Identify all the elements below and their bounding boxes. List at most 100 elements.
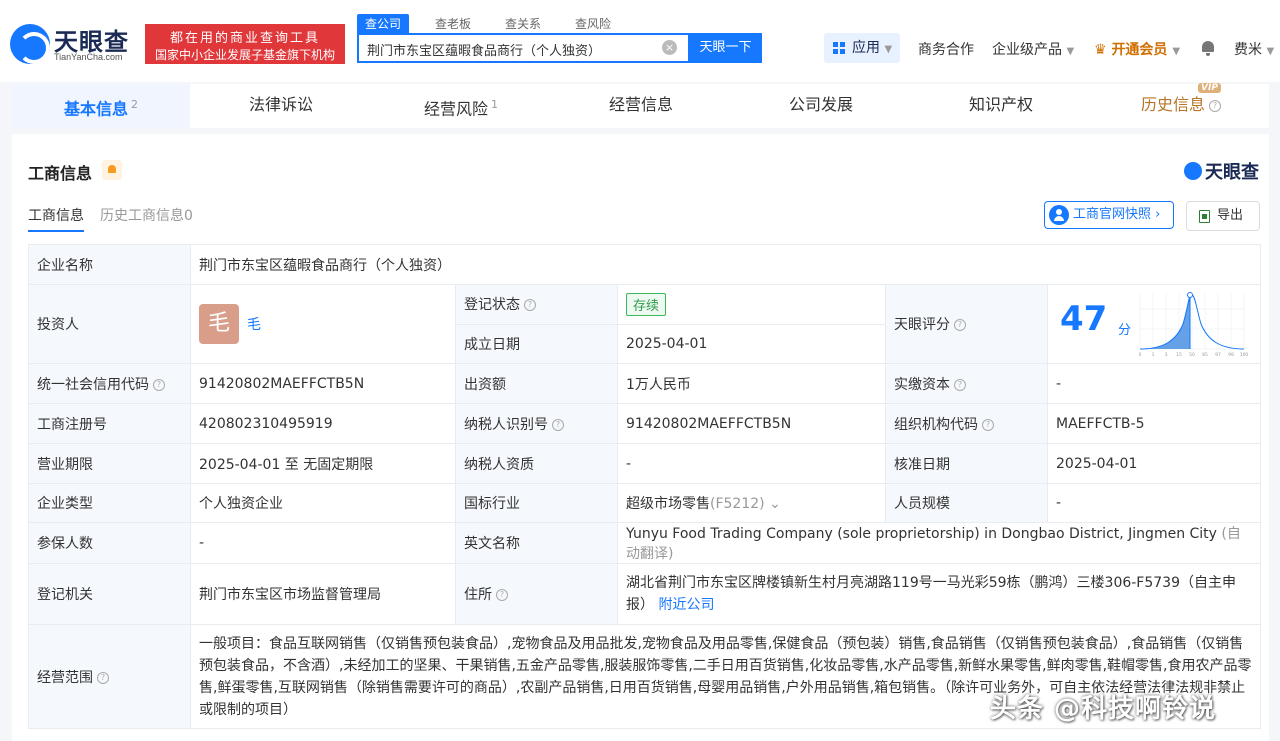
search-tab-risk[interactable]: 查风险	[567, 14, 619, 33]
logo-subtext: TianYanCha.com	[54, 52, 123, 62]
toutiao-watermark: 头条 @科技啊铃说	[990, 694, 1217, 724]
business-info-panel: 工商信息 天眼查 工商信息 历史工商信息0 工商官网快照 › 导出 企业名称 荆门…	[12, 134, 1269, 741]
tianyancha-logo[interactable]: 天眼查 TianYanCha.com	[10, 22, 140, 66]
tab-label: 历史信息	[1140, 95, 1205, 114]
company-name-value: 荆门市东宝区蕴暇食品商行（个人独资）	[189, 244, 1262, 285]
reg-no-value: 420802310495919	[190, 403, 456, 444]
found-date-value: 2025-04-01	[617, 323, 886, 364]
tab-development[interactable]: 公司发展	[732, 84, 910, 128]
export-button[interactable]: 导出	[1186, 201, 1260, 231]
excel-icon	[1199, 210, 1210, 223]
industry-code: (F5212)	[710, 496, 765, 512]
nav-cooperation[interactable]: 商务合作	[918, 39, 974, 59]
capital-value: 1万人民币	[617, 363, 886, 404]
investor-link[interactable]: 毛	[247, 317, 261, 333]
reg-no-label: 工商注册号	[28, 403, 191, 444]
nearby-companies-link[interactable]: 附近公司	[658, 597, 714, 613]
score-area	[1140, 295, 1190, 349]
score-unit: 分	[1118, 323, 1132, 338]
brand-text: 天眼查	[1205, 162, 1259, 183]
official-snapshot-button[interactable]: 工商官网快照 ›	[1044, 201, 1174, 229]
help-icon[interactable]: ?	[524, 299, 536, 312]
tab-label: 知识产权	[968, 95, 1033, 114]
tax-qual-value: -	[617, 443, 886, 484]
tab-ip[interactable]: 知识产权	[912, 84, 1090, 128]
company-tabbar: 基本信息 2 法律诉讼 经营风险 1 经营信息 公司发展 知识产权 历史信息?	[12, 84, 1269, 128]
search-input[interactable]: 荆门市东宝区蕴暇食品商行（个人独资）	[357, 33, 690, 63]
score-axis-tick: 0	[1139, 352, 1142, 358]
help-icon[interactable]: ?	[982, 418, 994, 431]
industry-label: 国标行业	[455, 483, 618, 523]
chevron-down-icon: ▼	[1066, 46, 1075, 57]
authority-label: 登记机关	[28, 563, 191, 625]
user-name: 费米	[1234, 42, 1262, 58]
tab-history[interactable]: 历史信息?	[1092, 84, 1270, 128]
insured-value: -	[190, 522, 456, 564]
help-icon[interactable]: ?	[97, 671, 109, 684]
credit-code-value: 91420802MAEFFCTB5N	[190, 363, 456, 404]
english-name-value: Yunyu Food Trading Company (sole proprie…	[626, 526, 1217, 542]
nav-apps-button[interactable]: 应用 ▼	[824, 33, 900, 63]
score-marker	[1187, 292, 1193, 298]
subtab-history-business-info[interactable]: 历史工商信息0	[100, 208, 193, 224]
nav-user[interactable]: 费米 ▼	[1234, 39, 1274, 59]
taxpayer-value: 91420802MAEFFCTB5N	[617, 403, 886, 444]
subtab-business-info[interactable]: 工商信息	[28, 208, 84, 232]
nav-vip[interactable]: ♛ 开通会员 ▼	[1094, 39, 1180, 59]
org-code-label-text: 组织机构代码	[894, 416, 978, 433]
credit-code-label: 统一社会信用代码?	[28, 363, 191, 404]
address-cell: 湖北省荆门市东宝区牌楼镇新生村月亮湖路119号一马光彩59栋（鹏鸿）三楼306-…	[616, 563, 1262, 625]
paid-capital-value: -	[1046, 363, 1262, 404]
slogan-banner: 都在用的商业查询工具 国家中小企业发展子基金旗下机构	[145, 24, 345, 64]
logo-eye-icon	[10, 24, 50, 64]
snapshot-label: 工商官网快照	[1073, 207, 1152, 222]
crown-icon: ♛	[1094, 42, 1107, 58]
capital-label: 出资额	[455, 363, 618, 404]
address-label-text: 住所	[464, 587, 492, 603]
investor-cell: 毛毛	[190, 284, 456, 364]
score-distribution-chart: 0 1 3 15 50 85 97 99 100	[1139, 292, 1248, 358]
tab-label: 基本信息	[63, 99, 128, 119]
tab-label: 公司发展	[788, 95, 853, 114]
industry-value: 超级市场零售	[626, 496, 710, 512]
org-code-label: 组织机构代码?	[885, 403, 1048, 444]
term-label: 营业期限	[28, 443, 191, 484]
search-tab-company[interactable]: 查公司	[357, 14, 410, 33]
business-info-table: 企业名称 荆门市东宝区蕴暇食品商行（个人独资） 投资人 毛毛 登记状态? 存续 …	[28, 244, 1262, 729]
score-cell[interactable]: 47 分 0 1 3 15 50 85 97 99 100	[1046, 284, 1262, 364]
bell-icon[interactable]	[1201, 40, 1215, 56]
score-axis-tick: 97	[1215, 352, 1221, 358]
search-button[interactable]: 天眼一下	[689, 33, 762, 63]
found-date-label: 成立日期	[455, 323, 618, 364]
taxpayer-label: 纳税人识别号?	[455, 403, 618, 444]
help-icon[interactable]: ?	[954, 378, 966, 391]
staff-value: -	[1046, 483, 1262, 523]
help-icon[interactable]: ?	[496, 589, 508, 601]
tab-legal[interactable]: 法律诉讼	[192, 84, 370, 128]
search-tab-relation[interactable]: 查关系	[497, 14, 549, 33]
help-icon[interactable]: ?	[552, 418, 564, 431]
paid-capital-label: 实缴资本?	[885, 363, 1048, 404]
status-badge: 存续	[626, 292, 667, 316]
help-icon[interactable]: ?	[954, 319, 966, 331]
help-icon[interactable]: ?	[153, 378, 165, 391]
scope-label: 经营范围?	[28, 624, 191, 729]
chevron-down-icon: ▼	[1266, 46, 1275, 57]
grid-icon	[833, 42, 845, 54]
clear-search-icon[interactable]: ×	[662, 40, 677, 55]
nav-enterprise-products[interactable]: 企业级产品 ▼	[992, 39, 1074, 59]
tab-basic-info[interactable]: 基本信息 2	[12, 84, 190, 128]
company-type-label: 企业类型	[28, 483, 191, 523]
export-label: 导出	[1217, 208, 1244, 223]
tab-risk[interactable]: 经营风险 1	[372, 84, 550, 128]
search-tab-boss[interactable]: 查老板	[427, 14, 479, 33]
nav-vip-label: 开通会员	[1111, 42, 1168, 58]
industry-cell[interactable]: 超级市场零售(F5212) ⌄	[617, 483, 886, 523]
brand-watermark-logo: 天眼查	[1184, 158, 1259, 184]
tab-operation[interactable]: 经营信息	[552, 84, 730, 128]
subscribe-bell-icon[interactable]	[102, 160, 122, 180]
score-axis-tick: 3	[1165, 352, 1168, 358]
tab-label: 经营信息	[608, 95, 673, 114]
slogan-line2: 国家中小企业发展子基金旗下机构	[154, 48, 335, 62]
investor-label: 投资人	[28, 284, 191, 364]
